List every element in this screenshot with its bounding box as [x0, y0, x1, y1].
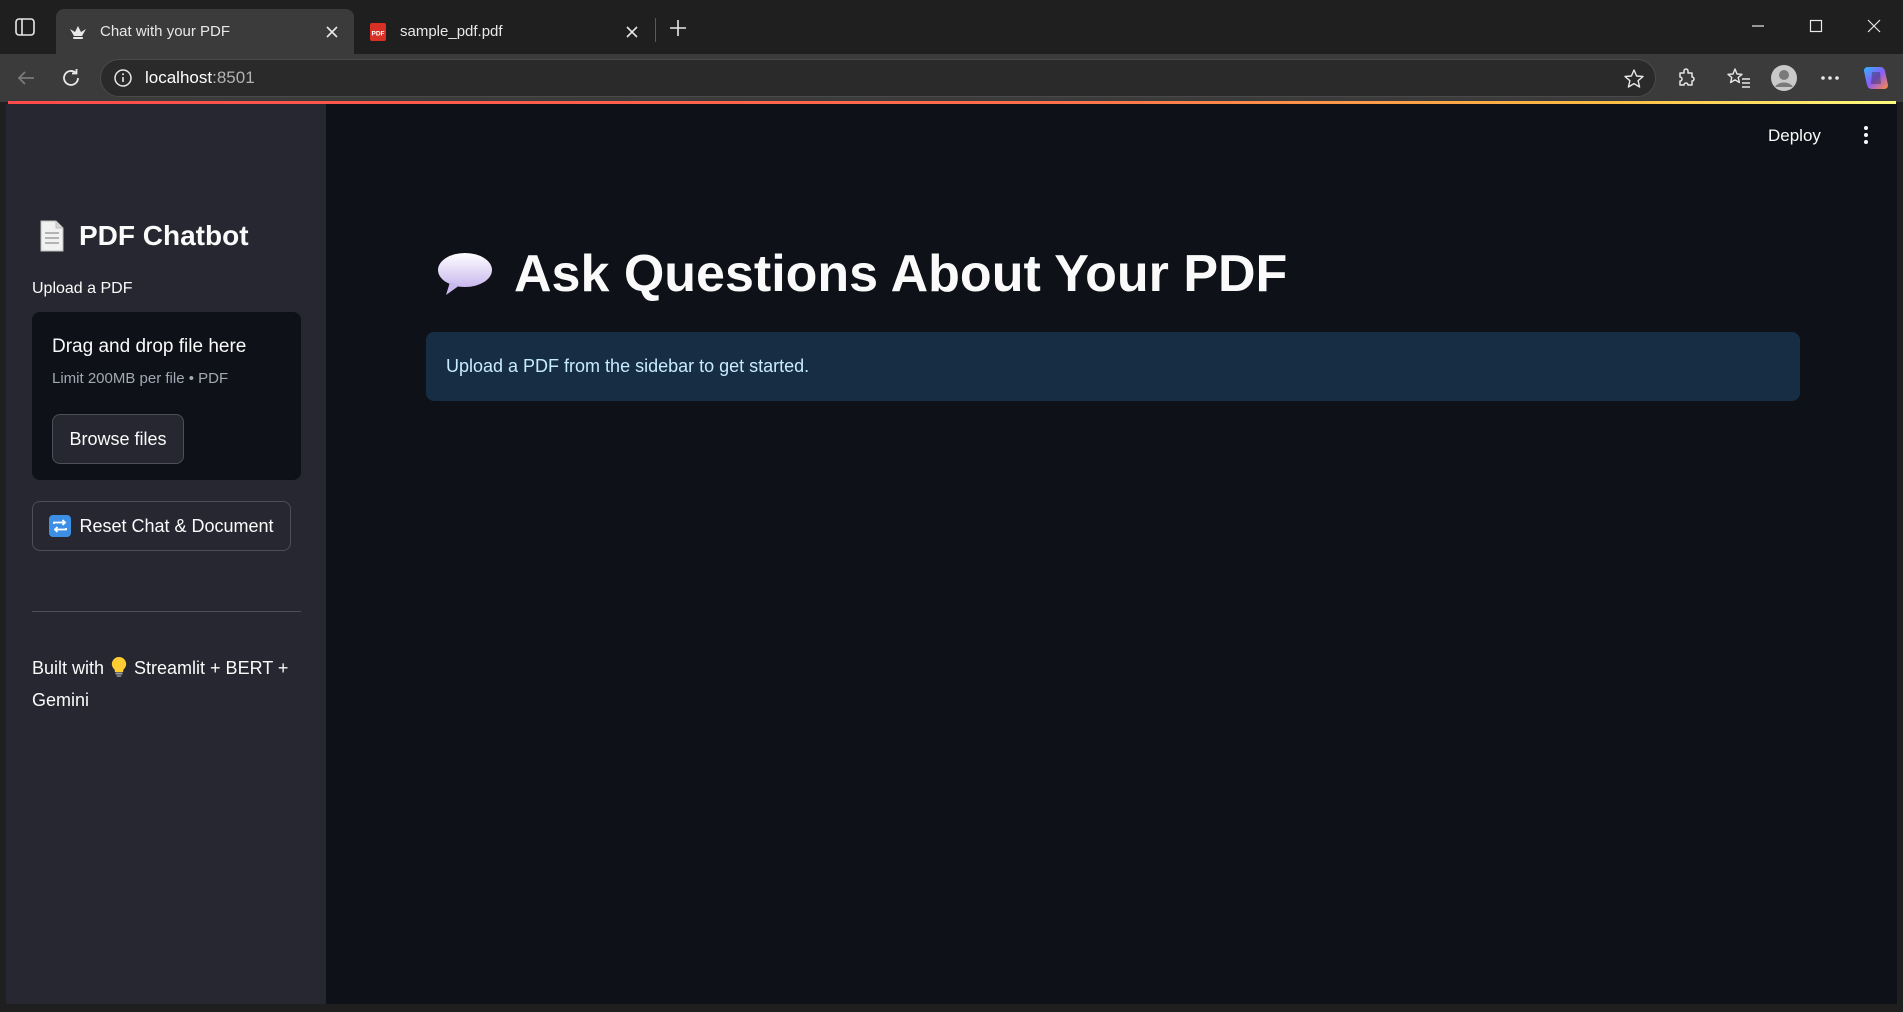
page-title: Ask Questions About Your PDF — [436, 244, 1287, 304]
browser-tab-bar: Chat with your PDF PDF sample_pdf.pdf — [0, 0, 1903, 54]
footer-prefix: Built with — [32, 658, 105, 678]
tab-chat-with-your-pdf[interactable]: Chat with your PDF — [56, 9, 354, 54]
address-bar[interactable]: localhost:8501 — [100, 59, 1656, 97]
tab-actions-icon[interactable] — [14, 16, 36, 38]
close-window-icon[interactable] — [1851, 10, 1897, 42]
close-tab-icon[interactable] — [618, 18, 646, 46]
reset-chat-button[interactable]: Reset Chat & Document — [32, 501, 291, 551]
url-host: localhost — [145, 68, 213, 87]
back-arrow-icon[interactable] — [10, 62, 42, 94]
favorite-star-icon[interactable] — [1623, 68, 1645, 90]
deploy-button[interactable]: Deploy — [1768, 126, 1821, 146]
repeat-icon — [49, 515, 72, 537]
more-options-icon[interactable] — [1815, 63, 1845, 93]
reset-chat-label: Reset Chat & Document — [79, 515, 274, 536]
info-alert: Upload a PDF from the sidebar to get sta… — [426, 332, 1800, 401]
sidebar-title-text: PDF Chatbot — [79, 220, 249, 251]
window-bottom-edge — [0, 1004, 1903, 1012]
sidebar-divider — [32, 611, 301, 612]
page-title-text: Ask Questions About Your PDF — [514, 245, 1288, 303]
built-with-footer: Built with Streamlit + BERT + Gemini — [32, 652, 307, 716]
maximize-icon[interactable] — [1793, 10, 1839, 42]
app-page: PDF Chatbot Upload a PDF Drag and drop f… — [6, 104, 1897, 1004]
light-bulb-icon — [111, 656, 127, 677]
uploader-label: Upload a PDF — [32, 280, 133, 297]
sidebar-title: PDF Chatbot — [37, 219, 249, 253]
browser-toolbar: localhost:8501 — [0, 54, 1903, 102]
copilot-icon[interactable] — [1861, 63, 1891, 93]
file-dropzone[interactable]: Drag and drop file here Limit 200MB per … — [32, 312, 301, 480]
address-url: localhost:8501 — [145, 68, 255, 88]
sidebar: PDF Chatbot Upload a PDF Drag and drop f… — [6, 104, 326, 1004]
dropzone-limit: Limit 200MB per file • PDF — [52, 370, 229, 387]
new-tab-icon[interactable] — [664, 14, 692, 42]
site-info-icon[interactable] — [113, 68, 133, 88]
reload-icon[interactable] — [55, 62, 87, 94]
speech-balloon-icon — [438, 253, 492, 295]
info-alert-text: Upload a PDF from the sidebar to get sta… — [446, 356, 810, 376]
tab-title: Chat with your PDF — [100, 23, 231, 40]
favorites-list-icon[interactable] — [1724, 63, 1754, 93]
browse-files-button[interactable]: Browse files — [52, 414, 184, 464]
tab-separator — [655, 18, 656, 42]
dropzone-title: Drag and drop file here — [52, 336, 247, 357]
svg-text:PDF: PDF — [372, 30, 385, 37]
main-menu-icon[interactable] — [1854, 122, 1878, 148]
url-port: :8501 — [212, 68, 255, 87]
pdf-file-icon: PDF — [368, 22, 388, 42]
tab-title: sample_pdf.pdf — [400, 23, 503, 40]
minimize-icon[interactable] — [1735, 10, 1781, 42]
close-tab-icon[interactable] — [318, 18, 346, 46]
streamlit-crown-icon — [68, 22, 88, 42]
extensions-icon[interactable] — [1672, 63, 1702, 93]
page-icon — [40, 220, 64, 252]
tab-sample-pdf[interactable]: PDF sample_pdf.pdf — [356, 9, 654, 54]
profile-avatar-icon[interactable] — [1769, 63, 1799, 93]
